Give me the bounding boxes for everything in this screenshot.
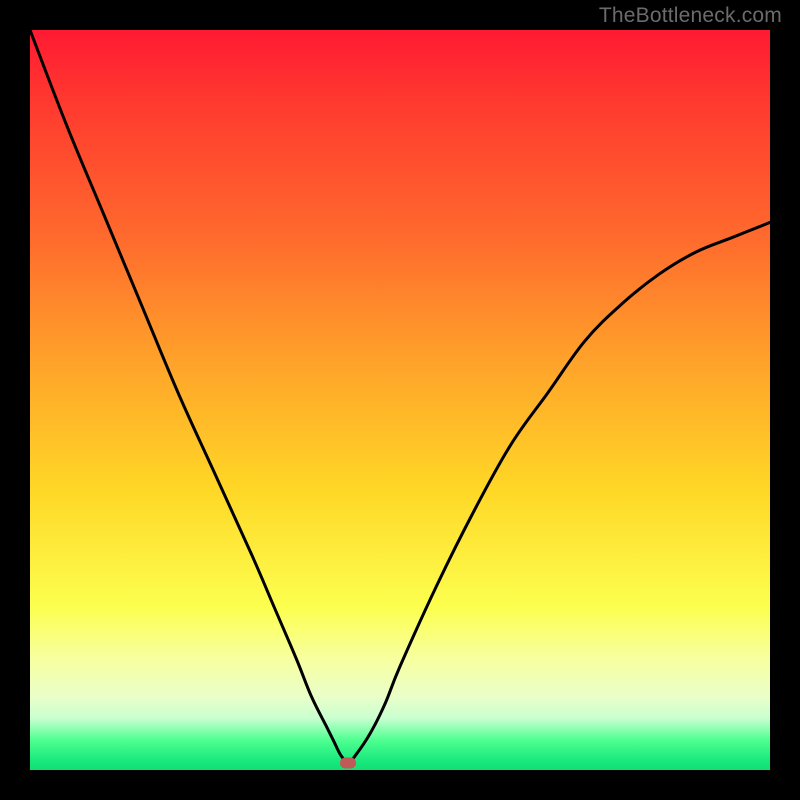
watermark-text: TheBottleneck.com [599,4,782,28]
curve-svg [30,30,770,770]
chart-frame: TheBottleneck.com [0,0,800,800]
plot-area [30,30,770,770]
bottleneck-curve [30,30,770,763]
minimum-marker [340,757,356,768]
